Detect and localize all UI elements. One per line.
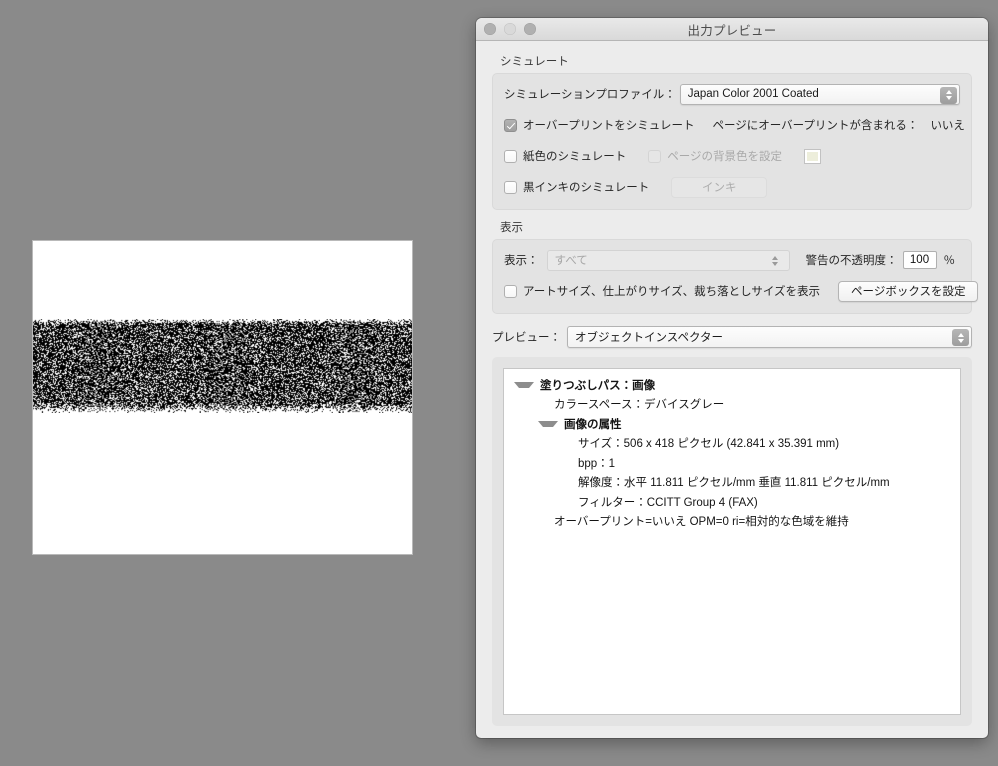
simulate-overprint-label[interactable]: オーバープリントをシミュレート [523, 117, 694, 133]
simulate-overprint-row: オーバープリントをシミュレート ページにオーバープリントが含まれる： いいえ [504, 114, 960, 136]
show-sizes-checkbox[interactable] [504, 285, 517, 298]
window-titlebar[interactable]: 出力プレビュー [476, 18, 988, 41]
tree-node-label: 解像度：水平 11.811 ピクセル/mm 垂直 11.811 ピクセル/mm [578, 474, 890, 490]
close-button[interactable] [484, 23, 496, 35]
tree-node[interactable]: 画像の属性 [504, 414, 960, 434]
simulate-paper-color-label[interactable]: 紙色のシミュレート [523, 148, 626, 164]
warning-opacity-input[interactable]: 100 [903, 251, 937, 269]
show-sizes-label[interactable]: アートサイズ、仕上がりサイズ、裁ち落としサイズを表示 [523, 283, 820, 299]
simulate-black-ink-label[interactable]: 黒インキのシミュレート [523, 179, 649, 195]
profile-row: シミュレーションプロファイル： Japan Color 2001 Coated [504, 83, 960, 105]
simulation-profile-select[interactable]: Japan Color 2001 Coated [680, 84, 960, 105]
preview-mode-value: オブジェクトインスペクター [575, 329, 723, 345]
window-body: シミュレート シミュレーションプロファイル： Japan Color 2001 … [476, 41, 988, 738]
inspector-groupbox: 塗りつぶしパス：画像カラースペース：デバイスグレー画像の属性サイズ：506 x … [492, 357, 972, 726]
chevron-updown-icon[interactable] [940, 87, 957, 104]
show-value: すべて [555, 252, 588, 268]
color-swatch [807, 152, 818, 161]
display-groupbox: 表示： すべて 警告の不透明度： 100 ％ アートサイズ、仕上がりサイズ、裁ち… [492, 239, 972, 314]
output-preview-window: 出力プレビュー シミュレート シミュレーションプロファイル： Japan Col… [476, 18, 988, 738]
pdf-page-preview[interactable] [32, 240, 413, 555]
disclosure-triangle-icon[interactable] [538, 421, 558, 427]
simulate-black-ink-checkbox[interactable] [504, 181, 517, 194]
halftone-band [32, 319, 413, 413]
traffic-light-group [484, 18, 536, 40]
tree-node[interactable]: 解像度：水平 11.811 ピクセル/mm 垂直 11.811 ピクセル/mm [504, 473, 960, 493]
chevron-updown-icon [767, 253, 784, 270]
page-has-overprint-value: いいえ [930, 117, 965, 133]
tree-node[interactable]: サイズ：506 x 418 ピクセル (42.841 x 35.391 mm) [504, 434, 960, 454]
warning-opacity-label: 警告の不透明度： [806, 252, 898, 268]
tree-node[interactable]: フィルター：CCITT Group 4 (FAX) [504, 492, 960, 512]
simulate-paper-color-row: 紙色のシミュレート ページの背景色を設定 [504, 145, 960, 167]
tree-node-label: 画像の属性 [564, 416, 622, 432]
simulate-overprint-checkbox[interactable] [504, 119, 517, 132]
tree-node-label: カラースペース：デバイスグレー [554, 396, 724, 412]
show-sizes-row: アートサイズ、仕上がりサイズ、裁ち落としサイズを表示 ページボックスを設定 [504, 280, 960, 302]
set-page-boxes-button[interactable]: ページボックスを設定 [838, 281, 978, 302]
object-inspector-tree[interactable]: 塗りつぶしパス：画像カラースペース：デバイスグレー画像の属性サイズ：506 x … [503, 368, 961, 715]
warning-opacity-unit: ％ [944, 252, 956, 268]
tree-node-label: オーバープリント=いいえ OPM=0 ri=相対的な色域を維持 [554, 513, 849, 529]
tree-node-label: フィルター：CCITT Group 4 (FAX) [578, 494, 758, 510]
disclosure-triangle-icon[interactable] [514, 382, 534, 388]
show-row: 表示： すべて 警告の不透明度： 100 ％ [504, 249, 960, 271]
set-page-background-label: ページの背景色を設定 [667, 148, 782, 164]
window-title: 出力プレビュー [476, 20, 988, 39]
simulate-groupbox: シミュレーションプロファイル： Japan Color 2001 Coated … [492, 73, 972, 210]
simulation-profile-label: シミュレーションプロファイル： [504, 86, 676, 102]
display-group-label: 表示 [500, 219, 972, 235]
preview-label: プレビュー： [492, 329, 561, 345]
chevron-updown-icon[interactable] [952, 329, 969, 346]
tree-node-label: bpp：1 [578, 455, 615, 471]
page-has-overprint-label: ページにオーバープリントが含まれる： [712, 117, 918, 133]
zoom-button[interactable] [524, 23, 536, 35]
simulate-paper-color-checkbox[interactable] [504, 150, 517, 163]
set-page-background-checkbox [648, 150, 661, 163]
simulation-profile-value: Japan Color 2001 Coated [688, 88, 819, 100]
simulate-group-label: シミュレート [500, 53, 972, 69]
tree-node-label: 塗りつぶしパス：画像 [540, 377, 655, 393]
tree-node-label: サイズ：506 x 418 ピクセル (42.841 x 35.391 mm) [578, 435, 839, 451]
minimize-button[interactable] [504, 23, 516, 35]
tree-node[interactable]: オーバープリント=いいえ OPM=0 ri=相対的な色域を維持 [504, 512, 960, 532]
preview-mode-select[interactable]: オブジェクトインスペクター [567, 326, 972, 348]
simulate-black-ink-row: 黒インキのシミュレート インキ [504, 176, 960, 198]
page-background-color-well[interactable] [804, 149, 821, 164]
ink-button: インキ [671, 177, 767, 198]
preview-row: プレビュー： オブジェクトインスペクター [492, 326, 972, 348]
show-label: 表示： [504, 252, 539, 268]
tree-node[interactable]: 塗りつぶしパス：画像 [504, 375, 960, 395]
tree-node[interactable]: カラースペース：デバイスグレー [504, 395, 960, 415]
show-select: すべて [547, 250, 790, 271]
tree-node[interactable]: bpp：1 [504, 453, 960, 473]
